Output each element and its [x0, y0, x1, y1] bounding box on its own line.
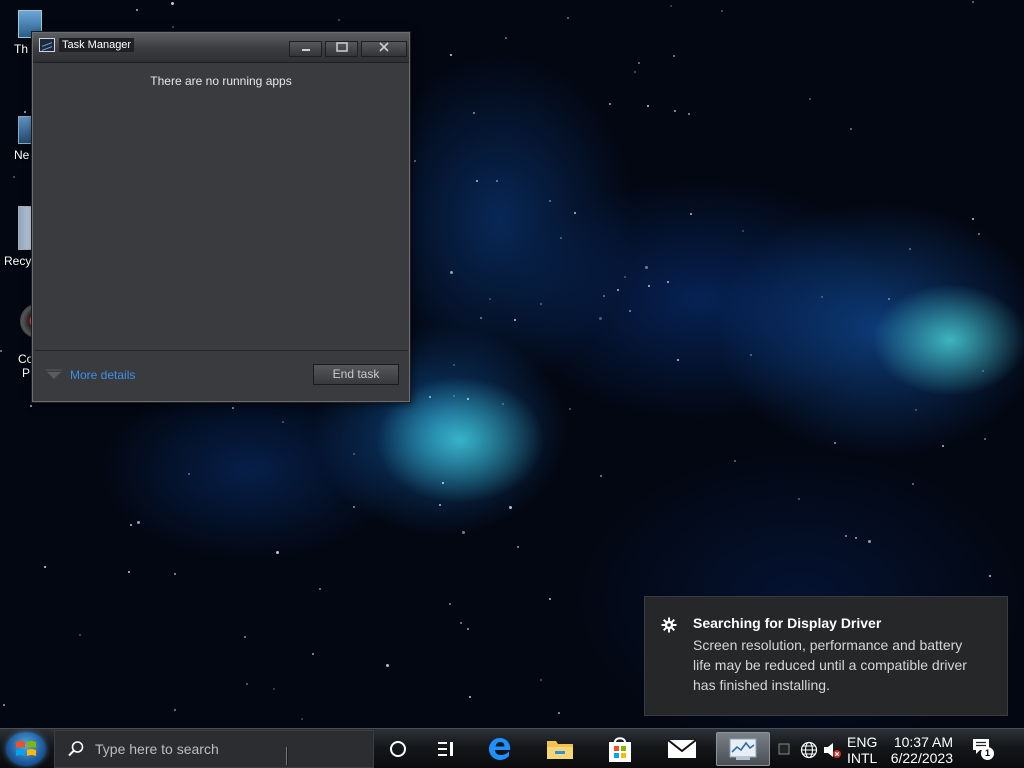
window-footer: More details End task: [34, 350, 408, 400]
language-secondary: INTL: [847, 750, 878, 766]
more-details-toggle[interactable]: More details: [46, 368, 135, 382]
taskbar-search[interactable]: [54, 730, 374, 768]
window-title: Task Manager: [59, 38, 135, 52]
mail-icon: [667, 739, 697, 758]
taskbar-edge[interactable]: [478, 732, 522, 766]
chevron-down-icon: [46, 369, 62, 379]
clock-date: 6/22/2023: [890, 750, 953, 766]
edge-browser-icon: [489, 738, 511, 760]
close-button[interactable]: [361, 41, 407, 57]
window-controls: [289, 41, 407, 57]
taskbar-task-manager[interactable]: [716, 732, 770, 766]
cortana-button[interactable]: [376, 732, 420, 766]
taskbar-store[interactable]: [598, 732, 642, 766]
text-cursor: [286, 747, 288, 765]
maximize-icon: [335, 42, 348, 52]
folder-icon: [547, 741, 573, 759]
minimize-button[interactable]: [289, 41, 322, 57]
notification-title: Searching for Display Driver: [693, 615, 882, 631]
end-task-button[interactable]: End task: [313, 364, 399, 385]
minimize-icon: [301, 49, 310, 51]
clock[interactable]: 10:37 AM 6/22/2023: [887, 734, 953, 766]
search-input[interactable]: [95, 737, 355, 761]
input-language-indicator[interactable]: ENG INTL: [847, 734, 877, 766]
taskbar-file-explorer[interactable]: [538, 732, 582, 766]
task-manager-icon: [39, 38, 55, 52]
volume-muted-icon[interactable]: [822, 741, 842, 759]
title-bar[interactable]: Task Manager: [33, 33, 409, 63]
notification-count-badge: 1: [981, 747, 994, 760]
clock-time: 10:37 AM: [893, 734, 953, 750]
task-manager-icon: [729, 738, 757, 760]
system-tray: ENG INTL 10:37 AM 6/22/2023 1: [776, 731, 1008, 767]
store-bag-icon: [609, 737, 631, 762]
task-view-icon: [438, 742, 453, 756]
taskbar-mail[interactable]: [660, 732, 704, 766]
start-button[interactable]: [6, 732, 46, 766]
search-icon: [68, 741, 84, 757]
more-details-link[interactable]: More details: [70, 368, 135, 382]
window-title-group: Task Manager: [39, 38, 135, 52]
process-list-area: There are no running apps: [34, 64, 408, 350]
task-view-button[interactable]: [424, 732, 468, 766]
maximize-button[interactable]: [325, 41, 358, 57]
language-primary: ENG: [847, 734, 878, 750]
display-driver-notification[interactable]: Searching for Display Driver Screen reso…: [644, 596, 1008, 716]
notification-body: Screen resolution, performance and batte…: [693, 637, 967, 693]
taskbar: ENG INTL 10:37 AM 6/22/2023 1: [0, 728, 1024, 768]
action-center-button[interactable]: 1: [972, 738, 994, 761]
cortana-circle-icon: [390, 741, 406, 757]
task-manager-window[interactable]: Task Manager There are no running apps M…: [32, 32, 410, 402]
windows-logo-icon: [16, 741, 36, 756]
show-desktop-icon[interactable]: [778, 743, 790, 755]
empty-state-message: There are no running apps: [150, 74, 292, 88]
close-icon: [379, 42, 389, 52]
network-globe-icon[interactable]: [800, 741, 818, 759]
gear-icon: [661, 617, 677, 633]
